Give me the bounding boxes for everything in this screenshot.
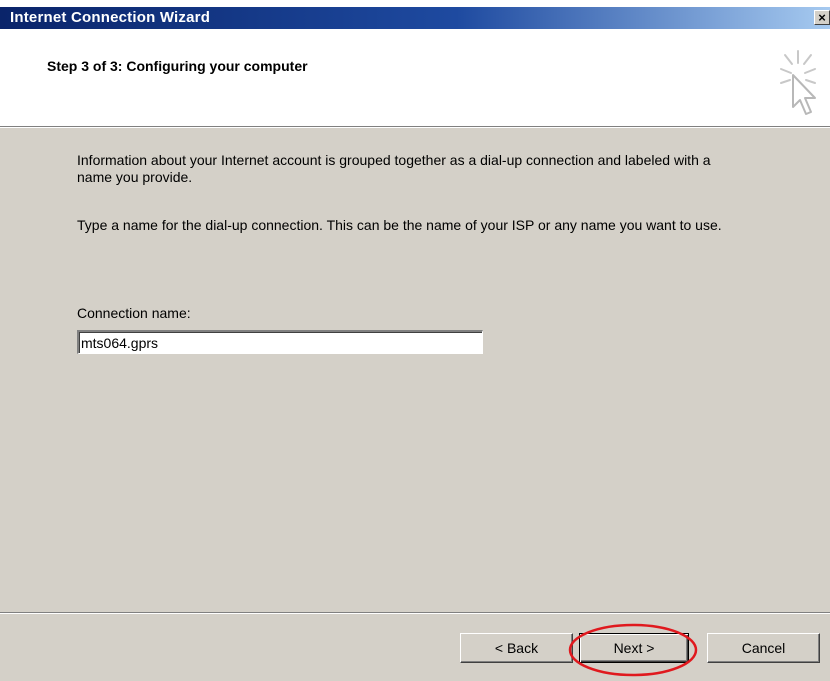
wizard-header: Step 3 of 3: Configuring your computer xyxy=(0,29,830,128)
back-button[interactable]: < Back xyxy=(460,633,573,663)
button-separator xyxy=(0,612,830,614)
info-paragraph: Information about your Internet account … xyxy=(77,152,711,185)
close-button[interactable]: × xyxy=(814,10,830,25)
cancel-button[interactable]: Cancel xyxy=(707,633,820,663)
connection-name-label: Connection name: xyxy=(77,305,191,321)
next-button[interactable]: Next > xyxy=(579,633,689,663)
window-title: Internet Connection Wizard xyxy=(10,9,211,26)
close-icon: × xyxy=(818,10,826,25)
title-bar[interactable]: Internet Connection Wizard × xyxy=(0,7,830,29)
wizard-cursor-icon xyxy=(780,50,816,115)
instruction-paragraph: Type a name for the dial-up connection. … xyxy=(77,217,722,233)
top-strip xyxy=(0,0,830,7)
step-title: Step 3 of 3: Configuring your computer xyxy=(47,58,308,74)
connection-name-input[interactable] xyxy=(77,330,483,354)
